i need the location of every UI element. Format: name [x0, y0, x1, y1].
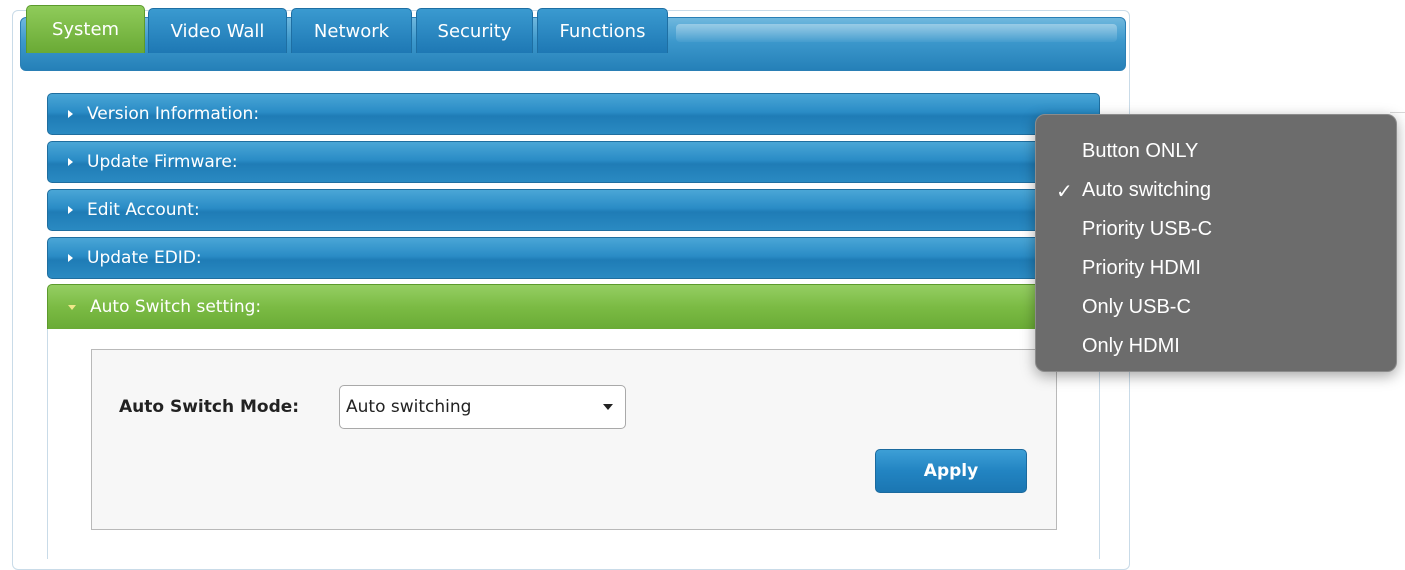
apply-button[interactable]: Apply — [875, 449, 1027, 493]
panel-update-firmware[interactable]: Update Firmware: — [47, 141, 1100, 183]
select-value: Auto switching — [346, 397, 472, 417]
panel-update-edid[interactable]: Update EDID: — [47, 237, 1100, 279]
panel-auto-switch-setting[interactable]: Auto Switch setting: — [47, 284, 1100, 330]
panel-edit-account[interactable]: Edit Account: — [47, 189, 1100, 231]
option-label: Button ONLY — [1082, 140, 1199, 162]
expanded-arrow-icon — [68, 304, 76, 310]
tab-bar-shine — [676, 24, 1117, 42]
panel-label: Auto Switch setting: — [90, 297, 262, 317]
collapsed-arrow-icon — [68, 254, 73, 262]
tab-functions[interactable]: Functions — [537, 8, 668, 53]
panel-label: Edit Account: — [87, 200, 200, 220]
option-label: Only HDMI — [1082, 335, 1180, 357]
dropdown-option-button-only[interactable]: Button ONLY — [1036, 132, 1396, 171]
option-label: Auto switching — [1082, 179, 1211, 201]
dropdown-option-auto-switching[interactable]: ✓ Auto switching — [1036, 171, 1396, 210]
auto-switch-fieldset — [91, 349, 1057, 530]
panel-label: Update EDID: — [87, 248, 202, 268]
dropdown-option-only-hdmi[interactable]: Only HDMI — [1036, 327, 1396, 366]
option-label: Priority HDMI — [1082, 257, 1201, 279]
panel-label: Update Firmware: — [87, 152, 238, 172]
auto-switch-dropdown-menu: Button ONLY ✓ Auto switching Priority US… — [1035, 114, 1397, 372]
panel-label: Version Information: — [87, 104, 260, 124]
dropdown-option-priority-usb-c[interactable]: Priority USB-C — [1036, 210, 1396, 249]
collapsed-arrow-icon — [68, 158, 73, 166]
option-label: Only USB-C — [1082, 296, 1191, 318]
dropdown-option-priority-hdmi[interactable]: Priority HDMI — [1036, 249, 1396, 288]
auto-switch-mode-label: Auto Switch Mode: — [119, 397, 300, 417]
collapsed-arrow-icon — [68, 110, 73, 118]
tab-network[interactable]: Network — [291, 8, 412, 53]
collapsed-arrow-icon — [68, 206, 73, 214]
tab-video-wall[interactable]: Video Wall — [148, 8, 287, 53]
panel-version-information[interactable]: Version Information: — [47, 93, 1100, 135]
chevron-down-icon — [603, 404, 613, 410]
tab-system[interactable]: System — [26, 5, 145, 53]
checkmark-icon: ✓ — [1056, 181, 1073, 203]
auto-switch-mode-select[interactable]: Auto switching — [339, 385, 626, 429]
tab-security[interactable]: Security — [416, 8, 533, 53]
option-label: Priority USB-C — [1082, 218, 1213, 240]
dropdown-option-only-usb-c[interactable]: Only USB-C — [1036, 288, 1396, 327]
